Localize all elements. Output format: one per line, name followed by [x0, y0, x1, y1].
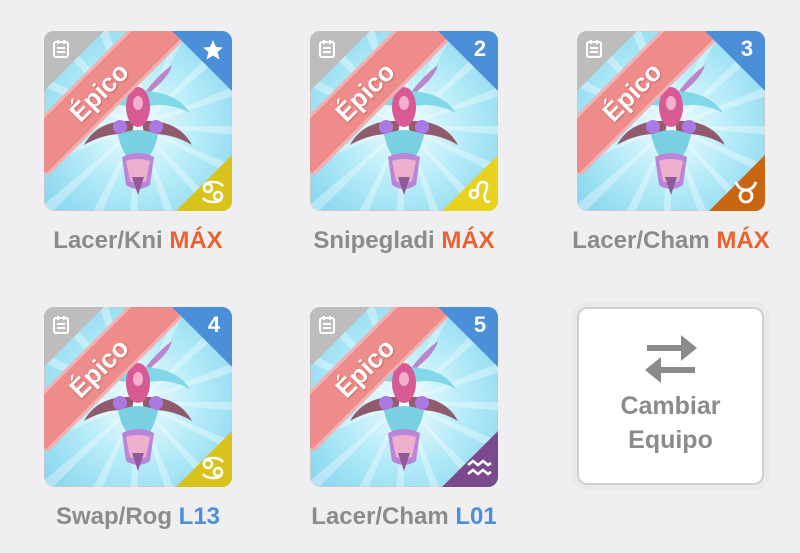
document-icon[interactable] [53, 316, 69, 334]
slot-number: 4 [207, 312, 221, 337]
cancer-icon [200, 179, 226, 205]
slot-number: 5 [473, 312, 487, 337]
monster-level: MÁX [169, 227, 223, 254]
monster-name: Lacer/Cham [572, 227, 710, 254]
monster-level: L01 [455, 503, 497, 530]
change-team-button[interactable]: Cambiar Equipo [577, 307, 764, 485]
monster-caption: Lacer/Cham L01 [280, 503, 528, 531]
document-icon[interactable] [586, 40, 602, 58]
monster-level: L13 [178, 503, 221, 530]
document-icon[interactable] [53, 40, 69, 58]
monster-name: Swap/Rog [55, 503, 172, 530]
leo-icon [466, 179, 492, 205]
monster-name: Snipegladi [313, 227, 435, 254]
monster-card[interactable]: Épico 4 [44, 307, 232, 487]
monster-name: Lacer/Kni [53, 227, 163, 254]
monster-level: MÁX [716, 227, 770, 254]
monster-card[interactable]: Épico [44, 31, 232, 211]
monster-caption: Swap/Rog L13 [14, 503, 262, 531]
document-icon[interactable] [319, 316, 335, 334]
change-team-label-line1: Cambiar [620, 392, 721, 420]
monster-level: MÁX [441, 227, 495, 254]
monster-caption: Lacer/Cham MÁX [547, 227, 795, 255]
star-icon [203, 40, 223, 60]
monster-card[interactable]: Épico 3 [577, 31, 765, 211]
monster-caption: Lacer/Kni MÁX [14, 227, 262, 255]
monster-name: Lacer/Cham [311, 503, 449, 530]
cancer-icon [200, 455, 226, 481]
monster-card[interactable]: Épico 2 [310, 31, 498, 211]
monster-card[interactable]: Épico 5 [310, 307, 498, 487]
swap-arrows-icon [645, 335, 697, 383]
document-icon[interactable] [319, 40, 335, 58]
change-team-label-line2: Equipo [628, 426, 713, 454]
aquarius-icon [466, 455, 492, 481]
monster-caption: Snipegladi MÁX [280, 227, 528, 255]
slot-number: 3 [740, 36, 754, 61]
change-team-label: Cambiar Equipo [577, 389, 764, 457]
taurus-icon [733, 179, 759, 205]
slot-number: 2 [473, 36, 487, 61]
